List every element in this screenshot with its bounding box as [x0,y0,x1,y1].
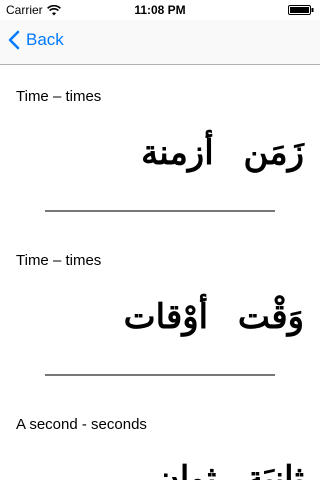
status-time: 11:08 PM [134,3,186,17]
arabic-text: ثانِيَة ثوانٍ [154,459,304,480]
screen: Carrier 11:08 PM Back Time – times زَمَن [0,0,320,480]
status-bar: Carrier 11:08 PM [0,0,320,20]
english-label: Time – times [16,252,102,269]
divider [45,374,275,376]
english-label: A second - seconds [16,416,147,433]
arabic-text: وَقْت أوْقات [123,297,304,337]
divider [45,210,275,212]
back-label: Back [26,30,64,49]
english-label: Time – times [16,88,102,105]
back-button[interactable]: Back [8,30,64,50]
arabic-text: زَمَن أزمنة [141,133,304,173]
chevron-left-icon [8,30,20,50]
battery-icon [288,5,314,15]
navigation-bar: Back [0,20,320,65]
